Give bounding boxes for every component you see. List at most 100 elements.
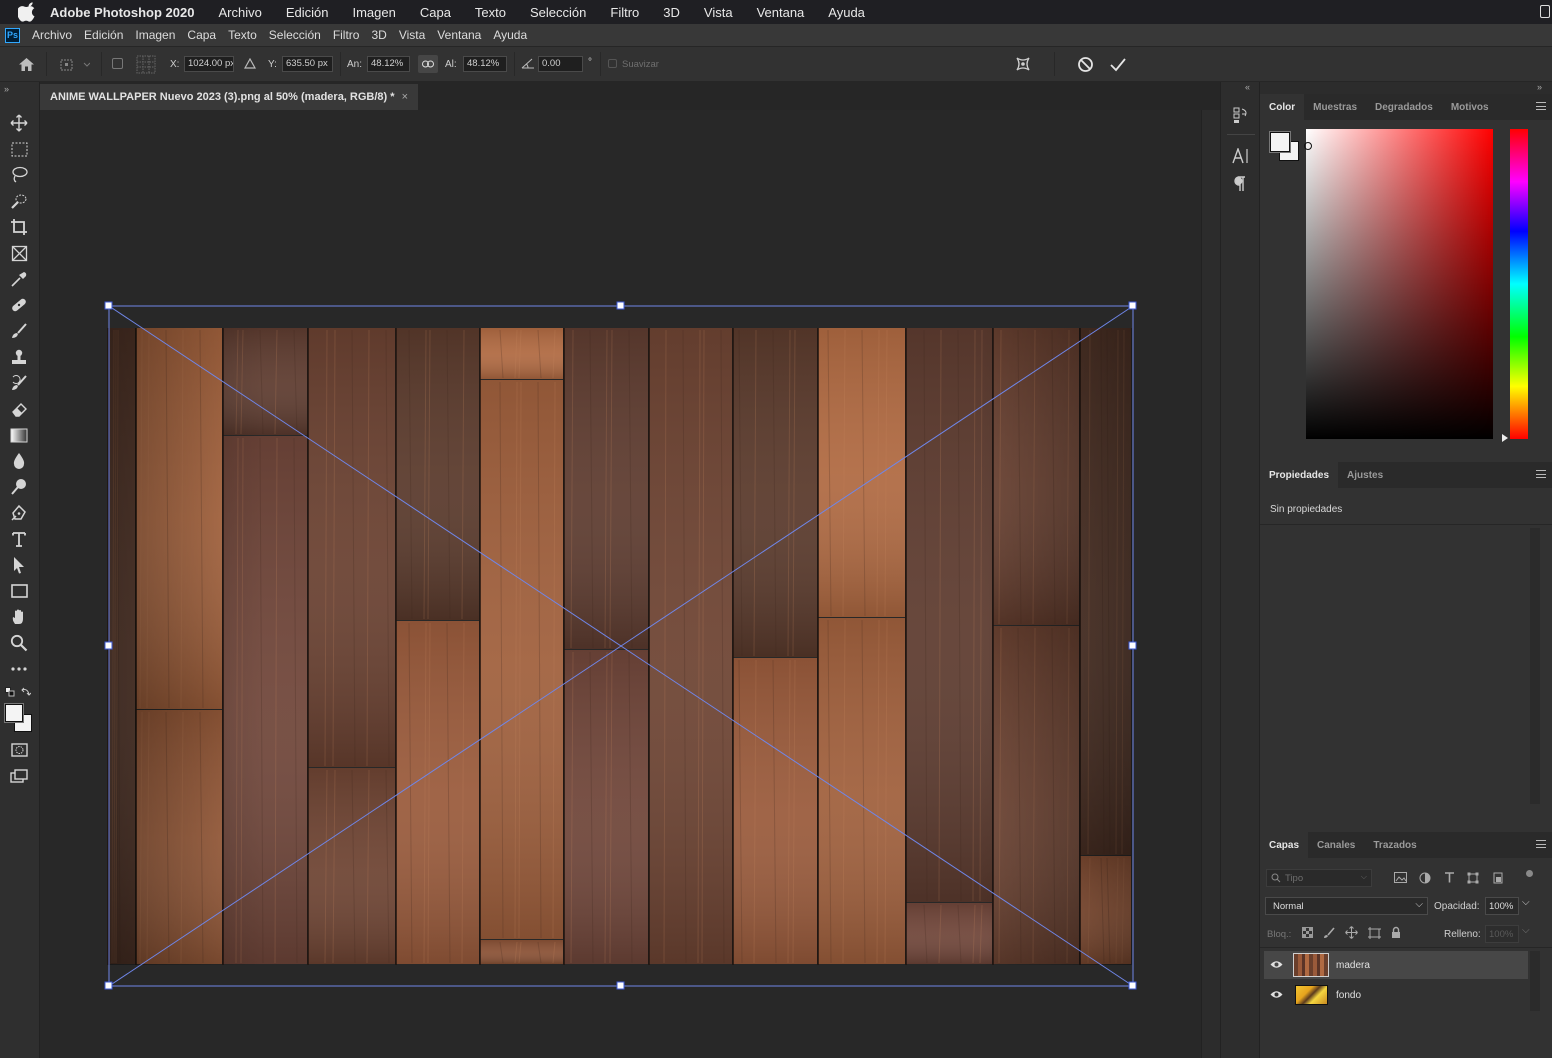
screen-mode-icon[interactable] (9, 766, 29, 786)
filter-smart-object-icon[interactable] (1492, 872, 1504, 884)
layers-scrollbar[interactable] (1530, 951, 1540, 1011)
blur-tool-icon[interactable] (9, 451, 29, 471)
rectangle-tool-icon[interactable] (9, 581, 29, 601)
filter-pixel-icon[interactable] (1394, 872, 1407, 883)
default-colors-icon[interactable] (5, 687, 15, 697)
lock-transparent-pixels-icon[interactable] (1302, 927, 1313, 938)
close-tab-icon[interactable]: × (402, 91, 408, 103)
brush-tool-icon[interactable] (9, 321, 29, 341)
color-fg-swatch[interactable] (1270, 132, 1290, 152)
filter-type-icon[interactable] (1444, 872, 1455, 883)
reference-grid-icon[interactable] (136, 55, 156, 74)
tab-color[interactable]: Color (1260, 94, 1305, 120)
apple-logo-icon[interactable] (18, 2, 38, 22)
app-name[interactable]: Adobe Photoshop 2020 (50, 5, 194, 20)
more-tools-icon[interactable] (9, 659, 29, 679)
filter-shape-icon[interactable] (1467, 872, 1479, 884)
tab-capas[interactable]: Capas (1260, 832, 1309, 858)
hue-slider[interactable] (1510, 129, 1528, 439)
tab-ajustes[interactable]: Ajustes (1338, 462, 1392, 488)
lock-all-icon[interactable] (1391, 926, 1401, 939)
clipboard-icon[interactable] (1540, 5, 1550, 18)
reference-point-icon[interactable] (58, 57, 90, 73)
clone-stamp-tool-icon[interactable] (9, 347, 29, 367)
filter-adjustment-icon[interactable] (1419, 872, 1431, 884)
move-tool-icon[interactable] (9, 113, 29, 133)
lock-image-pixels-icon[interactable] (1323, 927, 1335, 939)
handle-top-left[interactable] (104, 301, 113, 310)
filter-toggle[interactable] (1526, 870, 1533, 877)
handle-bottom-left[interactable] (104, 981, 113, 990)
ps-menu-ventana[interactable]: Ventana (437, 28, 481, 42)
layer-filter-dropdown-icon[interactable]: ⌵ (1361, 872, 1367, 882)
home-icon[interactable] (18, 57, 35, 72)
tab-propiedades[interactable]: Propiedades (1260, 462, 1339, 488)
side-collapse-icon[interactable]: « (1245, 82, 1250, 92)
reference-checkbox[interactable] (112, 58, 123, 69)
layers-panel-menu-icon[interactable] (1536, 840, 1546, 848)
ps-menu-edicion[interactable]: Edición (84, 28, 123, 42)
quick-mask-icon[interactable] (9, 740, 29, 760)
history-brush-tool-icon[interactable] (9, 373, 29, 393)
mac-menu-capa[interactable]: Capa (420, 5, 451, 20)
ps-menu-imagen[interactable]: Imagen (135, 28, 175, 42)
hue-slider-pointer[interactable] (1502, 434, 1508, 442)
tools-collapse-icon[interactable]: » (4, 84, 9, 94)
handle-middle-right[interactable] (1128, 641, 1137, 650)
mac-menu-edicion[interactable]: Edición (286, 5, 329, 20)
handle-bottom-right[interactable] (1128, 981, 1137, 990)
smooth-checkbox[interactable] (608, 59, 617, 68)
ps-menu-seleccion[interactable]: Selección (269, 28, 321, 42)
properties-scrollbar[interactable] (1530, 528, 1540, 804)
dodge-tool-icon[interactable] (9, 477, 29, 497)
tab-canales[interactable]: Canales (1308, 832, 1364, 858)
mac-menu-ventana[interactable]: Ventana (757, 5, 805, 20)
hand-tool-icon[interactable] (9, 607, 29, 627)
layer-filter-field[interactable]: Tipo ⌵ (1266, 869, 1372, 887)
pen-tool-icon[interactable] (9, 503, 29, 523)
relative-position-icon[interactable] (244, 58, 256, 69)
crop-tool-icon[interactable] (9, 217, 29, 237)
y-position-field[interactable]: 635.50 px (282, 56, 333, 72)
rotation-field[interactable]: 0.00 (538, 56, 583, 72)
ps-menu-ayuda[interactable]: Ayuda (493, 28, 527, 42)
opacity-field[interactable]: 100% (1485, 897, 1519, 915)
history-panel-icon[interactable] (1233, 106, 1249, 124)
tab-muestras[interactable]: Muestras (1304, 94, 1366, 120)
properties-panel-menu-icon[interactable] (1536, 470, 1546, 478)
healing-brush-tool-icon[interactable] (9, 295, 29, 315)
foreground-color-swatch[interactable] (5, 704, 23, 722)
layer-row-madera[interactable]: madera (1264, 951, 1528, 979)
gradient-tool-icon[interactable] (9, 425, 29, 445)
saturation-brightness-field[interactable] (1306, 129, 1493, 439)
fill-dropdown-icon[interactable]: ⌵ (1522, 925, 1530, 936)
mac-menu-filtro[interactable]: Filtro (610, 5, 639, 20)
lock-position-icon[interactable] (1345, 926, 1358, 939)
color-panel-menu-icon[interactable] (1536, 102, 1546, 110)
document-canvas[interactable] (40, 110, 1201, 1058)
ps-menu-capa[interactable]: Capa (187, 28, 216, 42)
mac-menu-ayuda[interactable]: Ayuda (828, 5, 865, 20)
width-field[interactable]: 48.12% (367, 56, 410, 72)
canvas-area[interactable] (40, 110, 1201, 1058)
type-tool-icon[interactable] (9, 529, 29, 549)
eyedropper-tool-icon[interactable] (9, 269, 29, 289)
layer-name-fondo[interactable]: fondo (1336, 990, 1361, 1001)
mac-menu-3d[interactable]: 3D (663, 5, 680, 20)
frame-tool-icon[interactable] (9, 243, 29, 263)
layer-name-madera[interactable]: madera (1336, 960, 1370, 971)
eraser-tool-icon[interactable] (9, 399, 29, 419)
fill-field[interactable]: 100% (1485, 925, 1519, 943)
character-panel-icon[interactable] (1232, 148, 1250, 164)
handle-top-right[interactable] (1128, 301, 1137, 310)
mac-menu-texto[interactable]: Texto (475, 5, 506, 20)
warp-mode-icon[interactable] (1014, 55, 1032, 73)
handle-top-center[interactable] (616, 301, 625, 310)
panels-collapse-icon[interactable]: » (1537, 82, 1542, 92)
x-position-field[interactable]: 1024.00 px (184, 56, 234, 72)
tab-trazados[interactable]: Trazados (1364, 832, 1425, 858)
mac-menu-archivo[interactable]: Archivo (218, 5, 261, 20)
tab-motivos[interactable]: Motivos (1442, 94, 1498, 120)
marquee-tool-icon[interactable] (9, 139, 29, 159)
ps-menu-filtro[interactable]: Filtro (333, 28, 360, 42)
